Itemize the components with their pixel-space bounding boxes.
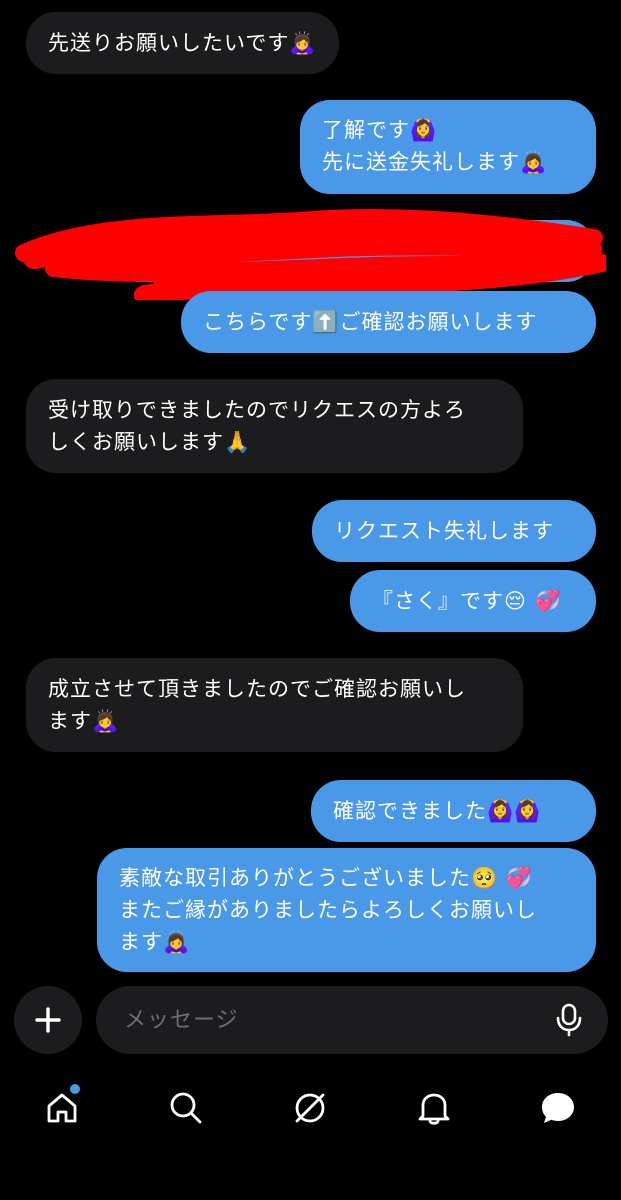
- message-input[interactable]: [122, 1006, 526, 1034]
- add-attachment-button[interactable]: [14, 986, 82, 1054]
- message-outgoing[interactable]: 『さく』です😔 💞: [350, 570, 596, 632]
- tab-feeds[interactable]: [288, 1086, 332, 1130]
- butterfly-feed-icon: [295, 1093, 325, 1123]
- message-outgoing[interactable]: 確認できました🙆‍♀️🙆‍♀️: [311, 780, 596, 842]
- redaction-scribble: [15, 209, 606, 300]
- tab-notifications[interactable]: [412, 1086, 456, 1130]
- microphone-icon[interactable]: [554, 1003, 584, 1037]
- bottom-tab-bar: [0, 1070, 621, 1150]
- message-outgoing[interactable]: 素敵な取引ありがとうございました🥺 💞 またご縁がありましたらよろしくお願いし …: [97, 848, 596, 972]
- home-icon: [47, 1093, 77, 1123]
- message-incoming[interactable]: 成立させて頂きましたのでご確認お願いし ます🙇‍♀️: [26, 658, 523, 752]
- bell-icon: [418, 1093, 450, 1125]
- plus-icon: [35, 1007, 61, 1033]
- chat-bubble-icon: [542, 1093, 574, 1123]
- message-input-field[interactable]: [96, 986, 608, 1054]
- message-outgoing[interactable]: こちらです⬆️ご確認お願いします: [181, 291, 596, 353]
- home-notification-dot: [70, 1084, 80, 1094]
- message-incoming[interactable]: 先送りお願いしたいです🙇‍♀️: [26, 12, 339, 74]
- message-incoming[interactable]: 受け取りできましたのでリクエスの方よろ しくお願いします🙏: [26, 379, 523, 473]
- message-outgoing[interactable]: リクエスト失礼します: [312, 500, 596, 562]
- message-outgoing[interactable]: 了解です🙆‍♀️ 先に送金失礼します🙇‍♀️: [300, 100, 596, 194]
- search-icon: [170, 1092, 202, 1124]
- chat-screen: 先送りお願いしたいです🙇‍♀️ 了解です🙆‍♀️ 先に送金失礼します🙇‍♀️ こ…: [0, 0, 621, 1200]
- tab-home[interactable]: [40, 1084, 84, 1130]
- tab-search[interactable]: [164, 1086, 208, 1130]
- tab-messages[interactable]: [536, 1086, 580, 1130]
